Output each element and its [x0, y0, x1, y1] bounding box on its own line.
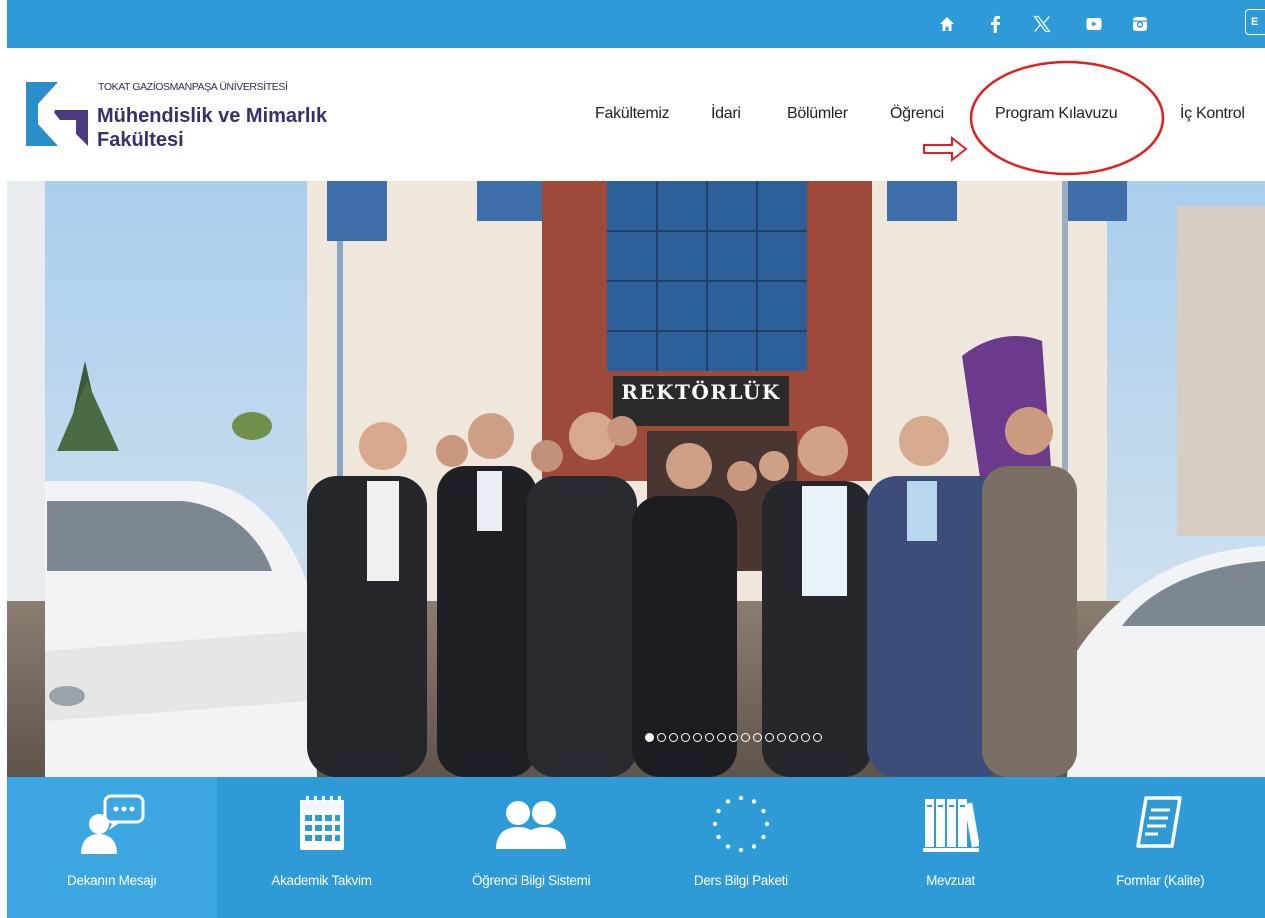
slider-dot[interactable]: [705, 733, 714, 742]
nav-item-idari[interactable]: İdari: [711, 105, 741, 123]
slider-dot[interactable]: [753, 733, 762, 742]
slider-dot[interactable]: [765, 733, 774, 742]
language-button[interactable]: E: [1245, 9, 1265, 35]
social-topbar: E: [7, 0, 1265, 48]
nav-item-ic-kontrol[interactable]: İç Kontrol: [1180, 105, 1245, 123]
slider-dot[interactable]: [789, 733, 798, 742]
slider-dot[interactable]: [645, 733, 654, 742]
faculty-name[interactable]: Mühendislik ve Mimarlık Fakültesi: [97, 104, 397, 152]
tile-label: Mevzuat: [926, 873, 975, 888]
slider-pagination: [645, 733, 822, 747]
tile-label: Akademik Takvim: [271, 873, 372, 888]
home-icon[interactable]: [927, 0, 967, 48]
youtube-icon[interactable]: [1074, 0, 1114, 48]
slider-dot[interactable]: [669, 733, 678, 742]
slider-dot[interactable]: [729, 733, 738, 742]
rektorluk-sign: REKTÖRLÜK: [621, 380, 781, 404]
document-icon: [1136, 789, 1184, 859]
users-icon: [494, 789, 568, 859]
slider-dot[interactable]: [693, 733, 702, 742]
slider-dot[interactable]: [813, 733, 822, 742]
tile-ders-bilgi-paketi[interactable]: Ders Bilgi Paketi: [636, 777, 846, 918]
tile-label: Ders Bilgi Paketi: [693, 873, 788, 888]
quick-links: Dekanın Mesajı Akademik Takvim Öğrenci B…: [7, 777, 1265, 918]
slider-dot[interactable]: [741, 733, 750, 742]
tile-akademik-takvim[interactable]: Akademik Takvim: [217, 777, 427, 918]
tile-label: Dekanın Mesajı: [67, 873, 157, 888]
nav-item-fakultemiz[interactable]: Fakültemiz: [595, 105, 670, 123]
tile-ogrenci-bilgi-sistemi[interactable]: Öğrenci Bilgi Sistemi: [426, 777, 636, 918]
tile-mevzuat[interactable]: Mevzuat: [846, 777, 1056, 918]
slider-dot[interactable]: [777, 733, 786, 742]
university-name: TOKAT GAZİOSMANPAŞA ÜNİVERSİTESİ: [98, 81, 288, 93]
instagram-icon[interactable]: [1120, 0, 1160, 48]
nav-item-bolumler[interactable]: Bölümler: [787, 105, 848, 123]
slider-dot[interactable]: [801, 733, 810, 742]
nav-item-program-kilavuzu[interactable]: Program Kılavuzu: [995, 105, 1118, 123]
slider-dot[interactable]: [657, 733, 666, 742]
tile-label: Formlar (Kalite): [1116, 873, 1205, 888]
slider-dot[interactable]: [681, 733, 690, 742]
facebook-icon[interactable]: [975, 0, 1015, 48]
calendar-icon: [298, 789, 346, 859]
university-logo-icon[interactable]: [24, 80, 90, 153]
red-arrow: [923, 135, 968, 163]
hero-photo: [7, 181, 1265, 777]
nav-item-ogrenci[interactable]: Öğrenci: [890, 105, 944, 123]
slider-dot[interactable]: [717, 733, 726, 742]
tile-label: Öğrenci Bilgi Sistemi: [472, 873, 591, 888]
chat-person-icon: [77, 789, 147, 859]
eu-stars-icon: [709, 789, 773, 859]
tile-formlar-kalite[interactable]: Formlar (Kalite): [1055, 777, 1265, 918]
books-icon: [922, 789, 979, 859]
x-icon[interactable]: [1022, 0, 1062, 48]
hero-slider[interactable]: REKTÖRLÜK: [7, 181, 1265, 777]
tile-dekanin-mesaji[interactable]: Dekanın Mesajı: [7, 777, 217, 918]
